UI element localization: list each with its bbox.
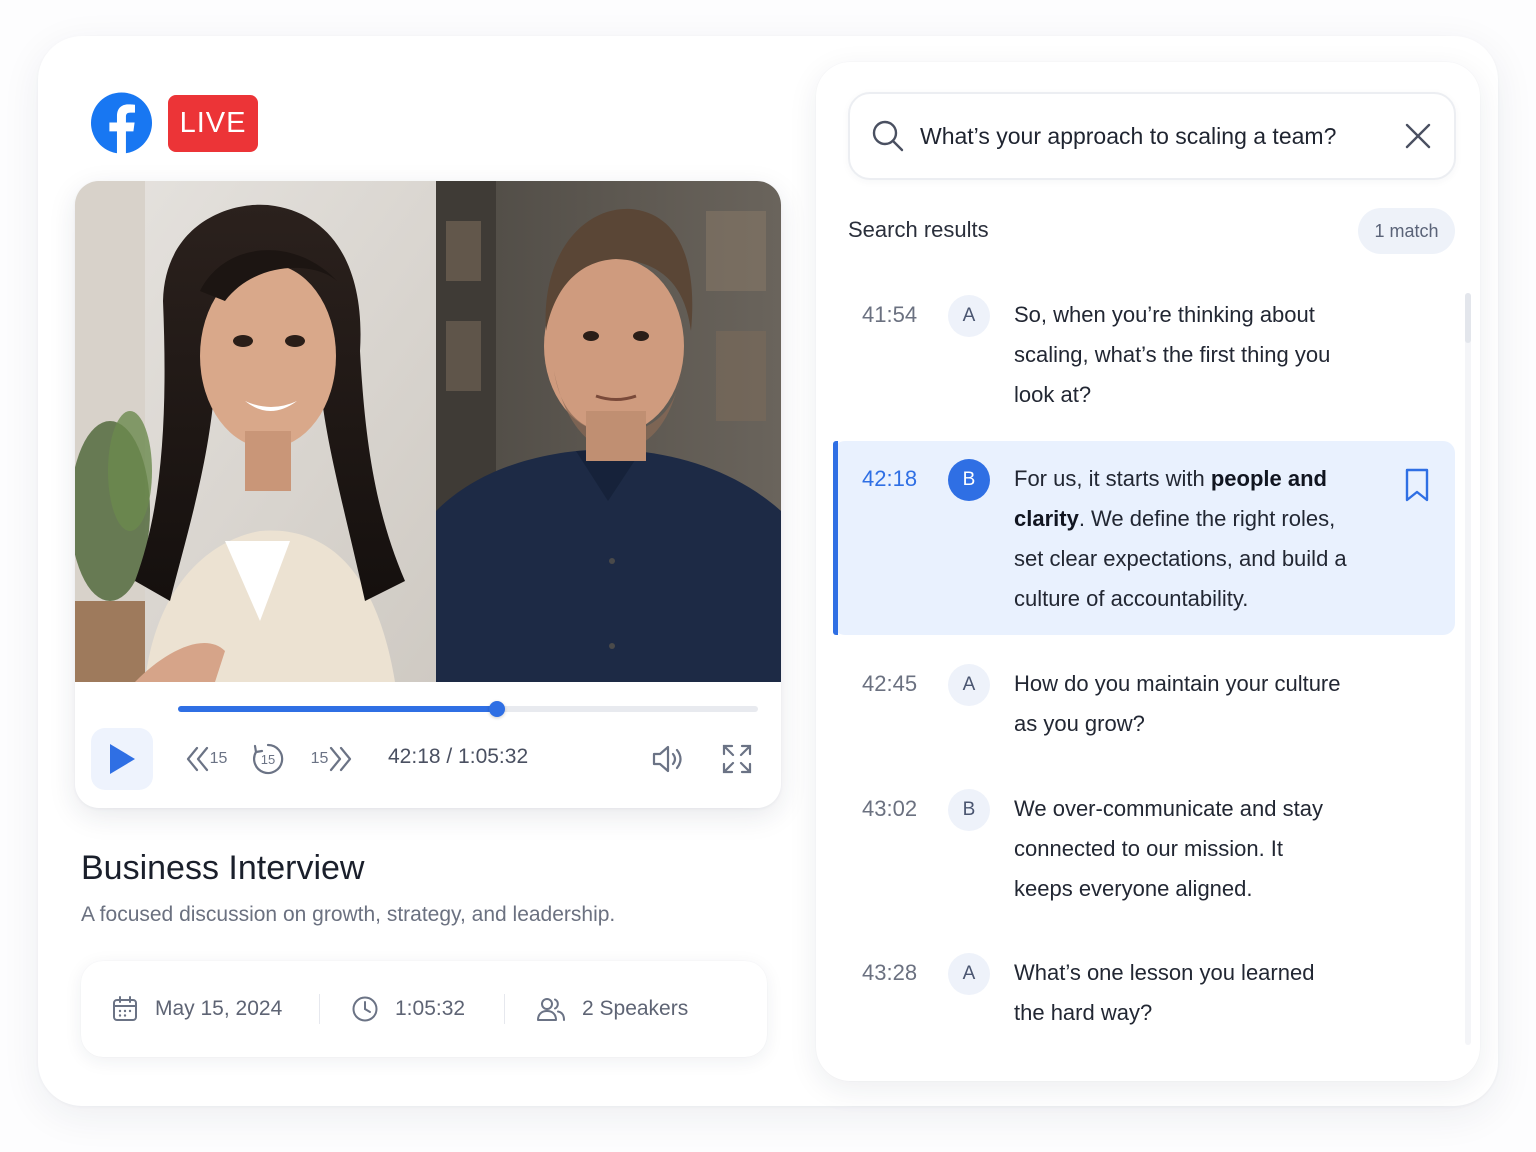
result-row[interactable]: 43:02 B We over-communicate and stay con… [833,786,1455,916]
result-timestamp[interactable]: 43:02 [862,796,917,822]
speaker-avatar: A [948,664,990,706]
search-icon [872,120,904,152]
fullscreen-button[interactable] [717,739,757,779]
results-heading: Search results [848,217,989,242]
speaker-a-video [75,181,436,682]
episode-title: Business Interview [81,849,365,887]
scrollbar-thumb[interactable] [1465,293,1471,343]
progress-bar[interactable] [178,701,758,717]
result-timestamp[interactable]: 42:18 [862,466,917,492]
match-count-badge: 1 match [1358,208,1455,254]
result-row-active[interactable]: 42:18 B For us, it starts with people an… [833,441,1455,635]
result-timestamp[interactable]: 42:45 [862,671,917,697]
calendar-icon [113,996,137,1021]
speaker-avatar: B [948,459,990,501]
speaker-avatar: B [948,789,990,831]
result-row[interactable]: 42:45 A How do you maintain your culture… [833,659,1455,749]
search-input[interactable] [920,116,1380,156]
progress-fill [178,706,497,712]
volume-icon [652,745,682,773]
video-feed[interactable] [75,181,781,682]
forward-15-button[interactable]: 15 [307,739,357,779]
speaker-avatar: A [948,953,990,995]
rewind-seconds-label: 15 [209,750,228,767]
close-icon[interactable] [1402,120,1434,152]
result-text: What’s one lesson you learned the hard w… [1014,960,1315,1025]
result-text: So, when you’re thinking about scaling, … [1014,302,1331,407]
fast-forward-icon [330,746,352,772]
scrollbar[interactable] [1465,293,1471,1045]
fullscreen-icon [722,744,752,774]
play-icon [110,744,135,774]
result-timestamp[interactable]: 41:54 [862,302,917,328]
replay-seconds-label: 15 [260,751,276,767]
transcript-search-panel: Search results 1 match 41:54 A So, when … [816,62,1480,1081]
facebook-icon [90,92,153,155]
video-player: 15 15 15 42:18 / 1:05:32 [75,181,781,808]
meta-date-text: May 15, 2024 [155,997,283,1020]
speaker-avatar: A [948,295,990,337]
result-row[interactable]: 41:54 A So, when you’re thinking about s… [833,290,1455,420]
episode-meta-bar: May 15, 2024 1:05:32 2 Speakers [81,961,767,1057]
clock-icon [352,996,378,1022]
rewind-icon [186,746,208,772]
result-text-before: For us, it starts with [1014,466,1211,491]
divider [319,994,320,1024]
time-readout: 42:18 / 1:05:32 [388,745,529,768]
result-timestamp[interactable]: 43:28 [862,960,917,986]
result-text: For us, it starts with people and clarit… [1014,459,1364,619]
people-icon [537,998,565,1021]
progress-handle[interactable] [489,701,505,717]
divider [504,994,505,1024]
result-text: How do you maintain your culture as you … [1014,671,1341,736]
meta-speakers: 2 Speakers [536,961,688,1057]
bookmark-icon[interactable] [1403,467,1431,503]
result-row[interactable]: 43:28 A What’s one lesson you learned th… [833,949,1455,1039]
meta-speakers-text: 2 Speakers [582,997,689,1020]
volume-button[interactable] [649,739,689,779]
result-text: We over-communicate and stay connected t… [1014,796,1323,901]
rewind-15-button[interactable]: 15 [181,739,231,779]
meta-duration: 1:05:32 [351,961,465,1057]
forward-seconds-label: 15 [310,750,329,767]
search-box[interactable] [848,92,1456,180]
replay-15-button[interactable]: 15 [248,739,288,779]
active-indicator [833,441,838,635]
speaker-b-video [436,181,781,682]
meta-duration-text: 1:05:32 [395,997,466,1020]
live-badge: LIVE [168,95,258,152]
episode-subtitle: A focused discussion on growth, strategy… [81,903,616,926]
meta-date: May 15, 2024 [111,961,282,1057]
play-button[interactable] [91,728,153,790]
